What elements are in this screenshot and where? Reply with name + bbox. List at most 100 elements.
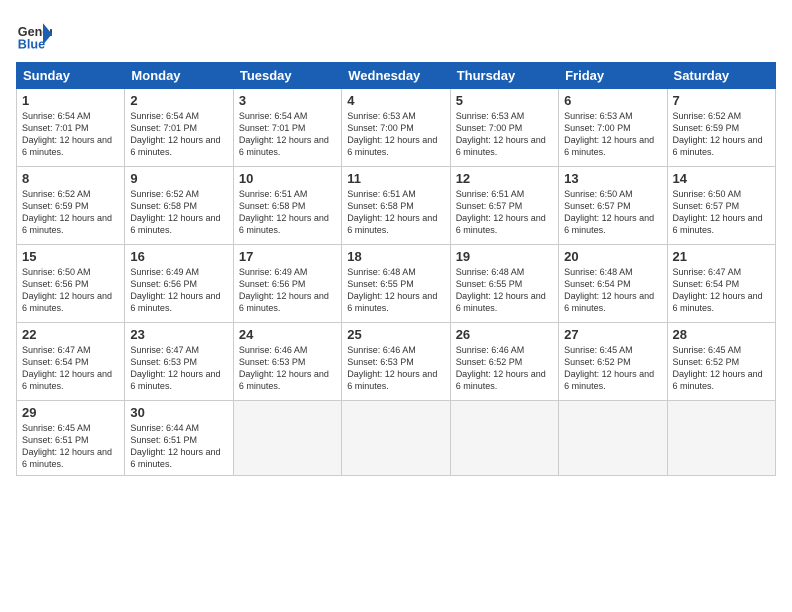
day-info: Sunrise: 6:53 AMSunset: 7:00 PMDaylight:…: [347, 110, 444, 159]
day-info: Sunrise: 6:50 AMSunset: 6:57 PMDaylight:…: [673, 188, 770, 237]
calendar-cell: 16 Sunrise: 6:49 AMSunset: 6:56 PMDayligh…: [125, 245, 233, 323]
day-info: Sunrise: 6:47 AMSunset: 6:53 PMDaylight:…: [130, 344, 227, 393]
day-info: Sunrise: 6:45 AMSunset: 6:52 PMDaylight:…: [564, 344, 661, 393]
day-info: Sunrise: 6:52 AMSunset: 6:59 PMDaylight:…: [673, 110, 770, 159]
calendar-cell: 1 Sunrise: 6:54 AMSunset: 7:01 PMDaylight…: [17, 89, 125, 167]
day-header-monday: Monday: [125, 63, 233, 89]
day-info: Sunrise: 6:46 AMSunset: 6:53 PMDaylight:…: [347, 344, 444, 393]
logo: General Blue: [16, 16, 52, 52]
day-number: 26: [456, 327, 553, 342]
day-number: 1: [22, 93, 119, 108]
calendar-week-row: 22 Sunrise: 6:47 AMSunset: 6:54 PMDayligh…: [17, 323, 776, 401]
day-number: 25: [347, 327, 444, 342]
day-number: 4: [347, 93, 444, 108]
day-info: Sunrise: 6:45 AMSunset: 6:52 PMDaylight:…: [673, 344, 770, 393]
calendar-cell: 18Sunrise: 6:48 AMSunset: 6:55 PMDayligh…: [342, 245, 450, 323]
calendar-week-row: 15 Sunrise: 6:50 AMSunset: 6:56 PMDayligh…: [17, 245, 776, 323]
day-info: Sunrise: 6:45 AMSunset: 6:51 PMDaylight:…: [22, 422, 119, 471]
calendar-week-row: 29 Sunrise: 6:45 AMSunset: 6:51 PMDayligh…: [17, 401, 776, 476]
day-header-tuesday: Tuesday: [233, 63, 341, 89]
calendar-week-row: 1 Sunrise: 6:54 AMSunset: 7:01 PMDaylight…: [17, 89, 776, 167]
calendar-cell: 23 Sunrise: 6:47 AMSunset: 6:53 PMDayligh…: [125, 323, 233, 401]
svg-text:Blue: Blue: [18, 37, 45, 51]
calendar-header-row: SundayMondayTuesdayWednesdayThursdayFrid…: [17, 63, 776, 89]
day-info: Sunrise: 6:54 AMSunset: 7:01 PMDaylight:…: [130, 110, 227, 159]
day-number: 16: [130, 249, 227, 264]
calendar-cell: 20Sunrise: 6:48 AMSunset: 6:54 PMDayligh…: [559, 245, 667, 323]
day-number: 24: [239, 327, 336, 342]
calendar-cell: 12Sunrise: 6:51 AMSunset: 6:57 PMDayligh…: [450, 167, 558, 245]
day-number: 8: [22, 171, 119, 186]
calendar-cell: [450, 401, 558, 476]
day-number: 23: [130, 327, 227, 342]
day-info: Sunrise: 6:53 AMSunset: 7:00 PMDaylight:…: [456, 110, 553, 159]
calendar-cell: 21Sunrise: 6:47 AMSunset: 6:54 PMDayligh…: [667, 245, 775, 323]
day-info: Sunrise: 6:52 AMSunset: 6:59 PMDaylight:…: [22, 188, 119, 237]
day-header-friday: Friday: [559, 63, 667, 89]
calendar-cell: 4 Sunrise: 6:53 AMSunset: 7:00 PMDaylight…: [342, 89, 450, 167]
day-info: Sunrise: 6:46 AMSunset: 6:53 PMDaylight:…: [239, 344, 336, 393]
calendar-cell: 10 Sunrise: 6:51 AMSunset: 6:58 PMDayligh…: [233, 167, 341, 245]
day-info: Sunrise: 6:54 AMSunset: 7:01 PMDaylight:…: [22, 110, 119, 159]
day-info: Sunrise: 6:51 AMSunset: 6:58 PMDaylight:…: [239, 188, 336, 237]
calendar-cell: 6 Sunrise: 6:53 AMSunset: 7:00 PMDaylight…: [559, 89, 667, 167]
calendar-table: SundayMondayTuesdayWednesdayThursdayFrid…: [16, 62, 776, 476]
day-number: 7: [673, 93, 770, 108]
calendar-week-row: 8 Sunrise: 6:52 AMSunset: 6:59 PMDaylight…: [17, 167, 776, 245]
day-number: 28: [673, 327, 770, 342]
calendar-cell: 27 Sunrise: 6:45 AMSunset: 6:52 PMDayligh…: [559, 323, 667, 401]
calendar-cell: 29 Sunrise: 6:45 AMSunset: 6:51 PMDayligh…: [17, 401, 125, 476]
logo-icon: General Blue: [16, 16, 52, 52]
day-info: Sunrise: 6:49 AMSunset: 6:56 PMDaylight:…: [130, 266, 227, 315]
day-info: Sunrise: 6:54 AMSunset: 7:01 PMDaylight:…: [239, 110, 336, 159]
day-number: 6: [564, 93, 661, 108]
day-number: 19: [456, 249, 553, 264]
calendar-cell: 22 Sunrise: 6:47 AMSunset: 6:54 PMDayligh…: [17, 323, 125, 401]
calendar-cell: 9Sunrise: 6:52 AMSunset: 6:58 PMDaylight…: [125, 167, 233, 245]
day-info: Sunrise: 6:47 AMSunset: 6:54 PMDaylight:…: [673, 266, 770, 315]
calendar-cell: 28 Sunrise: 6:45 AMSunset: 6:52 PMDayligh…: [667, 323, 775, 401]
calendar-body: 1 Sunrise: 6:54 AMSunset: 7:01 PMDaylight…: [17, 89, 776, 476]
day-number: 10: [239, 171, 336, 186]
calendar-cell: 5 Sunrise: 6:53 AMSunset: 7:00 PMDaylight…: [450, 89, 558, 167]
day-info: Sunrise: 6:51 AMSunset: 6:58 PMDaylight:…: [347, 188, 444, 237]
day-info: Sunrise: 6:48 AMSunset: 6:54 PMDaylight:…: [564, 266, 661, 315]
day-number: 22: [22, 327, 119, 342]
calendar-cell: 8 Sunrise: 6:52 AMSunset: 6:59 PMDaylight…: [17, 167, 125, 245]
day-number: 5: [456, 93, 553, 108]
calendar-cell: 13Sunrise: 6:50 AMSunset: 6:57 PMDayligh…: [559, 167, 667, 245]
day-info: Sunrise: 6:49 AMSunset: 6:56 PMDaylight:…: [239, 266, 336, 315]
day-header-sunday: Sunday: [17, 63, 125, 89]
calendar-cell: 17 Sunrise: 6:49 AMSunset: 6:56 PMDayligh…: [233, 245, 341, 323]
day-number: 30: [130, 405, 227, 420]
day-number: 2: [130, 93, 227, 108]
day-number: 29: [22, 405, 119, 420]
calendar-cell: 30Sunrise: 6:44 AMSunset: 6:51 PMDayligh…: [125, 401, 233, 476]
calendar-cell: 15 Sunrise: 6:50 AMSunset: 6:56 PMDayligh…: [17, 245, 125, 323]
calendar-cell: 11 Sunrise: 6:51 AMSunset: 6:58 PMDayligh…: [342, 167, 450, 245]
day-number: 12: [456, 171, 553, 186]
day-info: Sunrise: 6:50 AMSunset: 6:56 PMDaylight:…: [22, 266, 119, 315]
day-info: Sunrise: 6:53 AMSunset: 7:00 PMDaylight:…: [564, 110, 661, 159]
day-number: 17: [239, 249, 336, 264]
day-number: 15: [22, 249, 119, 264]
calendar-cell: 26 Sunrise: 6:46 AMSunset: 6:52 PMDayligh…: [450, 323, 558, 401]
day-header-wednesday: Wednesday: [342, 63, 450, 89]
day-header-saturday: Saturday: [667, 63, 775, 89]
day-info: Sunrise: 6:48 AMSunset: 6:55 PMDaylight:…: [456, 266, 553, 315]
day-number: 27: [564, 327, 661, 342]
calendar-cell: 25 Sunrise: 6:46 AMSunset: 6:53 PMDayligh…: [342, 323, 450, 401]
calendar-cell: [667, 401, 775, 476]
day-info: Sunrise: 6:47 AMSunset: 6:54 PMDaylight:…: [22, 344, 119, 393]
day-number: 9: [130, 171, 227, 186]
day-number: 11: [347, 171, 444, 186]
calendar-cell: [233, 401, 341, 476]
day-number: 18: [347, 249, 444, 264]
calendar-cell: [342, 401, 450, 476]
day-number: 14: [673, 171, 770, 186]
calendar-cell: 7 Sunrise: 6:52 AMSunset: 6:59 PMDaylight…: [667, 89, 775, 167]
calendar-cell: 24 Sunrise: 6:46 AMSunset: 6:53 PMDayligh…: [233, 323, 341, 401]
calendar-cell: 19 Sunrise: 6:48 AMSunset: 6:55 PMDayligh…: [450, 245, 558, 323]
calendar-cell: [559, 401, 667, 476]
day-info: Sunrise: 6:46 AMSunset: 6:52 PMDaylight:…: [456, 344, 553, 393]
